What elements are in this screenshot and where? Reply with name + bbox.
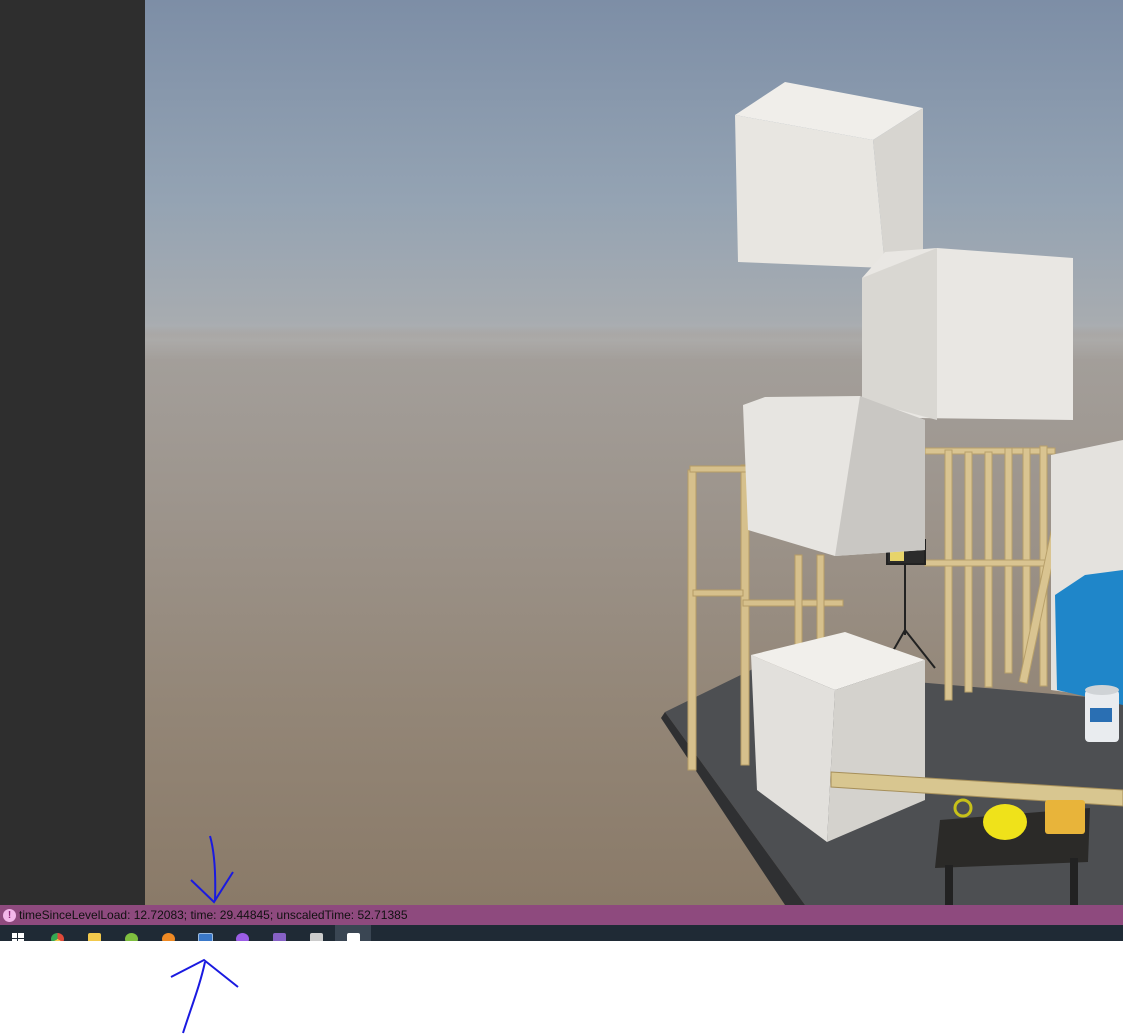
console-message: timeSinceLevelLoad: 12.72083; time: 29.4…	[19, 908, 408, 922]
warning-icon: !	[3, 908, 16, 922]
cube-top-left	[735, 82, 923, 268]
app-icon[interactable]	[113, 925, 149, 941]
annotation-arrow-up-head	[170, 958, 239, 988]
cube-top-right	[862, 248, 1073, 420]
cube-middle	[743, 396, 925, 556]
unity-active-icon[interactable]	[335, 925, 371, 941]
windows-start-icon[interactable]	[0, 925, 36, 941]
chrome-icon[interactable]	[39, 925, 75, 941]
construction-scene	[661, 82, 1123, 905]
app-purple-icon[interactable]	[224, 925, 260, 941]
game-viewport[interactable]	[145, 0, 1123, 905]
windows-taskbar	[0, 925, 1123, 941]
terminal-icon[interactable]	[187, 925, 223, 941]
file-explorer-icon[interactable]	[76, 925, 112, 941]
console-status-bar[interactable]: ! timeSinceLevelLoad: 12.72083; time: 29…	[0, 905, 1123, 925]
unity-icon[interactable]	[298, 925, 334, 941]
blue-tarp	[1055, 570, 1123, 705]
annotation-arrow-up	[182, 961, 206, 1034]
editor-left-panel	[0, 0, 145, 905]
visual-studio-icon[interactable]	[261, 925, 297, 941]
blender-icon[interactable]	[150, 925, 186, 941]
paint-bucket	[1085, 685, 1119, 742]
